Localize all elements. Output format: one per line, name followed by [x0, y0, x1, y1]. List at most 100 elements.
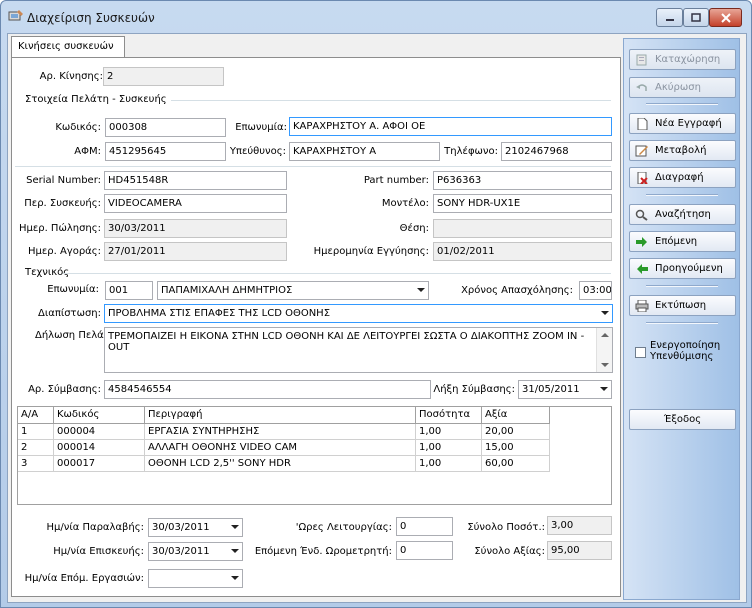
column-header-quantity[interactable]: Ποσότητα	[416, 407, 482, 424]
print-button[interactable]: Εκτύπωση	[629, 295, 736, 316]
save-label: Καταχώρηση	[655, 54, 721, 65]
save-button[interactable]: Καταχώρηση	[629, 49, 736, 70]
table-cell[interactable]: ΑΛΛΑΓΗ ΟΘΟΝΗΣ VIDEO CAM	[145, 440, 416, 456]
section-divider	[171, 100, 611, 101]
technician-name-combo[interactable]: ΠΑΠΑΜΙΧΑΛΗ ΔΗΜΗΤΡΙΟΣ	[157, 281, 429, 300]
new-record-button[interactable]: Νέα Εγγραφή	[629, 113, 736, 134]
scroll-up-icon	[601, 333, 609, 337]
table-cell[interactable]: 3	[18, 456, 54, 472]
table-cell[interactable]: 1,00	[416, 456, 482, 472]
title-bar[interactable]: Διαχείριση Συσκευών	[1, 1, 751, 33]
close-button[interactable]	[709, 8, 742, 27]
table-cell[interactable]: 2	[18, 440, 54, 456]
search-button[interactable]: Αναζήτηση	[629, 204, 736, 225]
edit-icon	[635, 145, 648, 156]
next-button[interactable]: Επόμενη	[629, 231, 736, 252]
part-number-label: Part number:	[363, 175, 429, 186]
afm-field[interactable]: 451295645	[105, 142, 226, 161]
operating-hours-field[interactable]: 0	[396, 517, 453, 536]
afm-label: ΑΦΜ:	[74, 146, 101, 157]
table-cell[interactable]: 000017	[54, 456, 145, 472]
chevron-down-icon	[601, 311, 609, 315]
chevron-down-icon	[417, 288, 425, 292]
table-cell[interactable]: 1	[18, 424, 54, 440]
table-cell[interactable]: 20,00	[482, 424, 550, 440]
app-icon	[8, 10, 23, 21]
part-number-field[interactable]: P636363	[433, 171, 612, 190]
next-meter-field[interactable]: 0	[396, 541, 453, 560]
device-desc-label: Περ. Συσκευής:	[24, 198, 101, 209]
close-icon	[720, 12, 731, 23]
work-time-field[interactable]: 03:00	[579, 281, 612, 300]
phone-field[interactable]: 2102467968	[501, 142, 612, 161]
total-value-field[interactable]: 95,00	[547, 541, 612, 560]
table-cell[interactable]: 15,00	[482, 440, 550, 456]
exit-button[interactable]: Έξοδος	[629, 409, 736, 430]
contract-number-label: Αρ. Σύμβασης:	[28, 384, 101, 395]
previous-button[interactable]: Προηγούμενη	[629, 258, 736, 279]
cancel-label: Ακύρωση	[655, 82, 701, 93]
separator	[646, 285, 718, 287]
section-divider	[15, 166, 611, 167]
contract-number-field[interactable]: 4584546554	[104, 380, 431, 399]
edit-button[interactable]: Μεταβολή	[629, 140, 736, 161]
print-label: Εκτύπωση	[655, 300, 707, 311]
table-cell[interactable]: 000014	[54, 440, 145, 456]
next-meter-label: Επόμενη Ένδ. Ωρομετρητή:	[254, 546, 392, 557]
separator	[646, 103, 718, 105]
statement-scrollbar[interactable]	[596, 328, 612, 372]
contract-expiry-combo[interactable]: 31/05/2011	[518, 380, 612, 399]
chevron-down-icon	[231, 549, 239, 553]
device-desc-field[interactable]: VIDEOCAMERA	[104, 194, 287, 213]
column-header-aa[interactable]: Α/Α	[18, 407, 54, 424]
customer-code-field[interactable]: 000308	[105, 118, 226, 137]
next-work-date-label: Ημ/νία Επόμ. Εργασιών:	[24, 573, 144, 584]
customer-statement-field[interactable]: ΤΡΕΜΟΠΑΙΖΕΙ Η ΕΙΚΟΝΑ ΣΤΗΝ LCD ΟΘΟΝΗ ΚΑΙ …	[104, 327, 613, 373]
next-work-date-combo[interactable]	[148, 569, 243, 588]
total-value-label: Σύνολο Αξίας:	[474, 546, 545, 557]
items-grid[interactable]: Α/Α Κωδικός Περιγραφή Ποσότητα Αξία 1 00…	[17, 406, 612, 505]
delete-button[interactable]: Διαγραφή	[629, 167, 736, 188]
receipt-date-value: 30/03/2011	[152, 522, 210, 533]
customer-name-field[interactable]: ΚΑΡΑΧΡΗΣΤΟΥ Α. ΑΦΟΙ ΟΕ	[289, 117, 612, 136]
repair-date-combo[interactable]: 30/03/2011	[148, 542, 243, 561]
receipt-date-combo[interactable]: 30/03/2011	[148, 518, 243, 537]
column-header-description[interactable]: Περιγραφή	[145, 407, 416, 424]
technician-name-value: ΠΑΠΑΜΙΧΑΛΗ ΔΗΜΗΤΡΙΟΣ	[161, 285, 293, 296]
diagnosis-combo[interactable]: ΠΡΟΒΛΗΜΑ ΣΤΙΣ ΕΠΑΦΕΣ ΤΗΣ LCD ΟΘΟΝΗΣ	[104, 304, 613, 323]
serial-field[interactable]: HD451548R	[104, 171, 287, 190]
column-header-code[interactable]: Κωδικός	[54, 407, 145, 424]
responsible-field[interactable]: ΚΑΡΑΧΡΗΣΤΟΥ Α	[289, 142, 440, 161]
table-cell[interactable]: 1,00	[416, 440, 482, 456]
table-cell[interactable]: 1,00	[416, 424, 482, 440]
technician-code-field[interactable]: 001	[105, 281, 153, 300]
cancel-button[interactable]: Ακύρωση	[629, 77, 736, 98]
diagnosis-label: Διαπίστωση:	[38, 308, 101, 319]
total-quantity-field[interactable]: 3,00	[547, 516, 612, 535]
table-cell[interactable]: 60,00	[482, 456, 550, 472]
purchase-date-field[interactable]: 27/01/2011	[104, 242, 287, 261]
model-field[interactable]: SONY HDR-UX1E	[433, 194, 612, 213]
sale-date-field[interactable]: 30/03/2011	[104, 219, 287, 238]
arrow-right-icon	[636, 236, 647, 247]
reminder-checkbox[interactable]	[635, 347, 646, 358]
tab-device-movements[interactable]: Κινήσεις συσκευών	[11, 36, 125, 58]
minimize-button[interactable]	[656, 8, 683, 27]
table-cell[interactable]: ΕΡΓΑΣΙΑ ΣΥΝΤΗΡΗΣΗΣ	[145, 424, 416, 440]
movement-number-field[interactable]: 2	[103, 67, 224, 86]
printer-icon	[635, 299, 649, 312]
maximize-button[interactable]	[683, 8, 709, 27]
customer-statement-text: ΤΡΕΜΟΠΑΙΖΕΙ Η ΕΙΚΟΝΑ ΣΤΗΝ LCD ΟΘΟΝΗ ΚΑΙ …	[108, 331, 585, 353]
column-header-value[interactable]: Αξία	[482, 407, 550, 424]
scroll-down-icon	[601, 363, 609, 367]
diagnosis-value: ΠΡΟΒΛΗΜΑ ΣΤΙΣ ΕΠΑΦΕΣ ΤΗΣ LCD ΟΘΟΝΗΣ	[108, 308, 331, 319]
warranty-label: Ημερομηνία Εγγύησης:	[313, 246, 429, 257]
table-cell[interactable]: ΟΘΟΝΗ LCD 2,5'' SONY HDR	[145, 456, 416, 472]
delete-icon	[637, 171, 648, 184]
customer-section-title: Στοιχεία Πελάτη - Συσκευής	[25, 94, 167, 105]
position-field[interactable]	[433, 219, 612, 238]
table-cell[interactable]: 000004	[54, 424, 145, 440]
warranty-field[interactable]: 01/02/2011	[433, 242, 612, 261]
technician-name-label: Επωνυμία:	[47, 284, 99, 295]
main-window: Διαχείριση Συσκευών Κινήσεις συσκευών Αρ…	[0, 0, 752, 608]
